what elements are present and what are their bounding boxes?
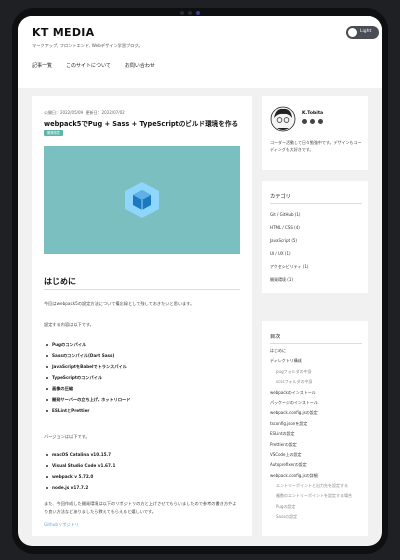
toc-sublink[interactable]: 複数のエントリーポイントを設定する場合 [270, 493, 352, 503]
social-links [302, 119, 323, 124]
toc-sublink[interactable]: scssフォルダの中身 [270, 379, 352, 389]
nav-item-articles[interactable]: 記事一覧 [32, 62, 52, 69]
toc-list: はじめに ディレクトリ構成 pugフォルダの中身 scssフォルダの中身 web… [270, 348, 352, 525]
toc-link[interactable]: ディレクトリ構成 [270, 358, 352, 368]
toc-link[interactable]: パッケージのインストール [270, 400, 352, 410]
mail-icon[interactable] [318, 119, 323, 124]
toc-sublink[interactable]: pugフォルダの中身 [270, 369, 352, 379]
site-header: KT MEDIA マークアップ, フロントエンド, Webデザイン学習ブログ。 … [18, 16, 382, 88]
category-link[interactable]: 開発環境 (1) [270, 277, 309, 290]
toc-link[interactable]: tsconfig.jsonを設定 [270, 421, 352, 431]
theme-toggle-label: Light [360, 29, 372, 34]
list-item: ESLintとPrettier [44, 408, 130, 419]
browser-viewport: KT MEDIA マークアップ, フロントエンド, Webデザイン学習ブログ。 … [18, 16, 382, 546]
title-divider [270, 343, 362, 344]
published-date: 公開日：2022/05/09 [44, 110, 84, 115]
list-item: 画像の圧縮 [44, 386, 130, 397]
sensor-dot [180, 11, 184, 15]
hero-image [44, 146, 240, 254]
toc-link[interactable]: はじめに [270, 348, 352, 358]
toc-link[interactable]: Autoprefixerの設定 [270, 462, 352, 472]
category-link[interactable]: UI / UX (1) [270, 251, 309, 264]
toc-link[interactable]: VSCode上の設定 [270, 452, 352, 462]
post-title: webpack5でPug + Sass + TypeScriptのビルド環境を作… [44, 120, 239, 128]
sensor-dot [188, 11, 192, 15]
category-tag[interactable]: 開発環境 [44, 130, 63, 136]
twitter-icon[interactable] [302, 119, 307, 124]
category-link[interactable]: アクセシビリティ (1) [270, 264, 309, 277]
author-name: K.Tobita [302, 111, 324, 116]
list-item: Sassのコンパイル(Dart Sass) [44, 353, 130, 364]
list-item: 開発サーバーの立ち上げ, ホットリロード [44, 397, 130, 408]
github-repo-link[interactable]: Githubリポジトリ [44, 522, 79, 528]
profile-card: K.Tobita コーダー活動して日々勉強中です。デザインもコーディングも大好き… [262, 96, 368, 170]
article-card: 公開日：2022/05/09 更新日：2022/07/02 webpack5でP… [32, 96, 252, 536]
site-tagline: マークアップ, フロントエンド, Webデザイン学習ブログ。 [32, 43, 143, 48]
list-item: Visual Studio Code v1.67.1 [44, 463, 115, 474]
toc-link[interactable]: webpack.config.jsの詳細 [270, 473, 352, 483]
category-link[interactable]: JavaScript (5) [270, 238, 309, 251]
categories-title: カテゴリ [270, 194, 291, 200]
title-divider [270, 203, 362, 204]
author-bio: コーダー活動して日々勉強中です。デザインもコーディングも大好きです。 [270, 140, 362, 152]
nav-item-contact[interactable]: お問い合わせ [125, 62, 155, 69]
toggle-knob-icon [348, 28, 357, 37]
intro-paragraph: 今回はwebpack5の設定方法について備忘録として残しておきたいと思います。 [44, 301, 195, 306]
features-list: Pugのコンパイル Sassのコンパイル(Dart Sass) JavaScri… [44, 342, 130, 419]
toc-link[interactable]: ESLintの設定 [270, 431, 352, 441]
settings-intro: 設定する内容は以下です。 [44, 322, 94, 327]
list-item: macOS Catalina v10.15.7 [44, 452, 115, 463]
toc-widget: 目次 はじめに ディレクトリ構成 pugフォルダの中身 scssフォルダの中身 … [262, 321, 368, 536]
toc-title: 目次 [270, 334, 281, 340]
post-dates: 公開日：2022/05/09 更新日：2022/07/02 [44, 110, 125, 116]
section-heading: はじめに [44, 277, 76, 286]
updated-date: 更新日：2022/07/02 [85, 110, 125, 115]
list-item: webpack v 5.72.0 [44, 474, 115, 485]
list-item: TypeScriptのコンパイル [44, 375, 130, 386]
avatar [270, 106, 296, 132]
versions-intro: バージョンは以下です。 [44, 434, 90, 439]
list-item: JavaScriptをBabelでトランスパイル [44, 364, 130, 375]
nav-item-about[interactable]: このサイトについて [66, 62, 111, 69]
heading-divider [44, 289, 240, 290]
repo-note: また、今回作成した開発環境は以下のリポジトリの方と上げさせてもらいましたので参考… [44, 501, 237, 514]
site-logo[interactable]: KT MEDIA [32, 26, 94, 39]
toc-sublink[interactable]: エントリーポイントと出力先を設定する [270, 483, 352, 493]
toc-link[interactable]: Prettierの設定 [270, 442, 352, 452]
categories-widget: カテゴリ Git / GitHub (1) HTML / CSS (4) Jav… [262, 181, 368, 293]
toc-sublink[interactable]: Pugの設定 [270, 504, 352, 514]
toc-link[interactable]: webpack.config.jsの設定 [270, 410, 352, 420]
global-nav: 記事一覧 このサイトについて お問い合わせ [32, 62, 155, 69]
camera-icon [196, 11, 200, 15]
toc-link[interactable]: webpackのインストール [270, 390, 352, 400]
webpack-cube-icon [125, 182, 159, 218]
tablet-frame: KT MEDIA マークアップ, フロントエンド, Webデザイン学習ブログ。 … [12, 8, 388, 554]
list-item: Pugのコンパイル [44, 342, 130, 353]
category-link[interactable]: HTML / CSS (4) [270, 225, 309, 238]
toc-sublink[interactable]: Sassの設定 [270, 514, 352, 524]
versions-list: macOS Catalina v10.15.7 Visual Studio Co… [44, 452, 115, 496]
category-link[interactable]: Git / GitHub (1) [270, 212, 309, 225]
list-item: node.js v17.7.2 [44, 485, 115, 496]
category-list: Git / GitHub (1) HTML / CSS (4) JavaScri… [270, 212, 309, 290]
github-icon[interactable] [310, 119, 315, 124]
theme-toggle[interactable]: Light [346, 26, 379, 39]
